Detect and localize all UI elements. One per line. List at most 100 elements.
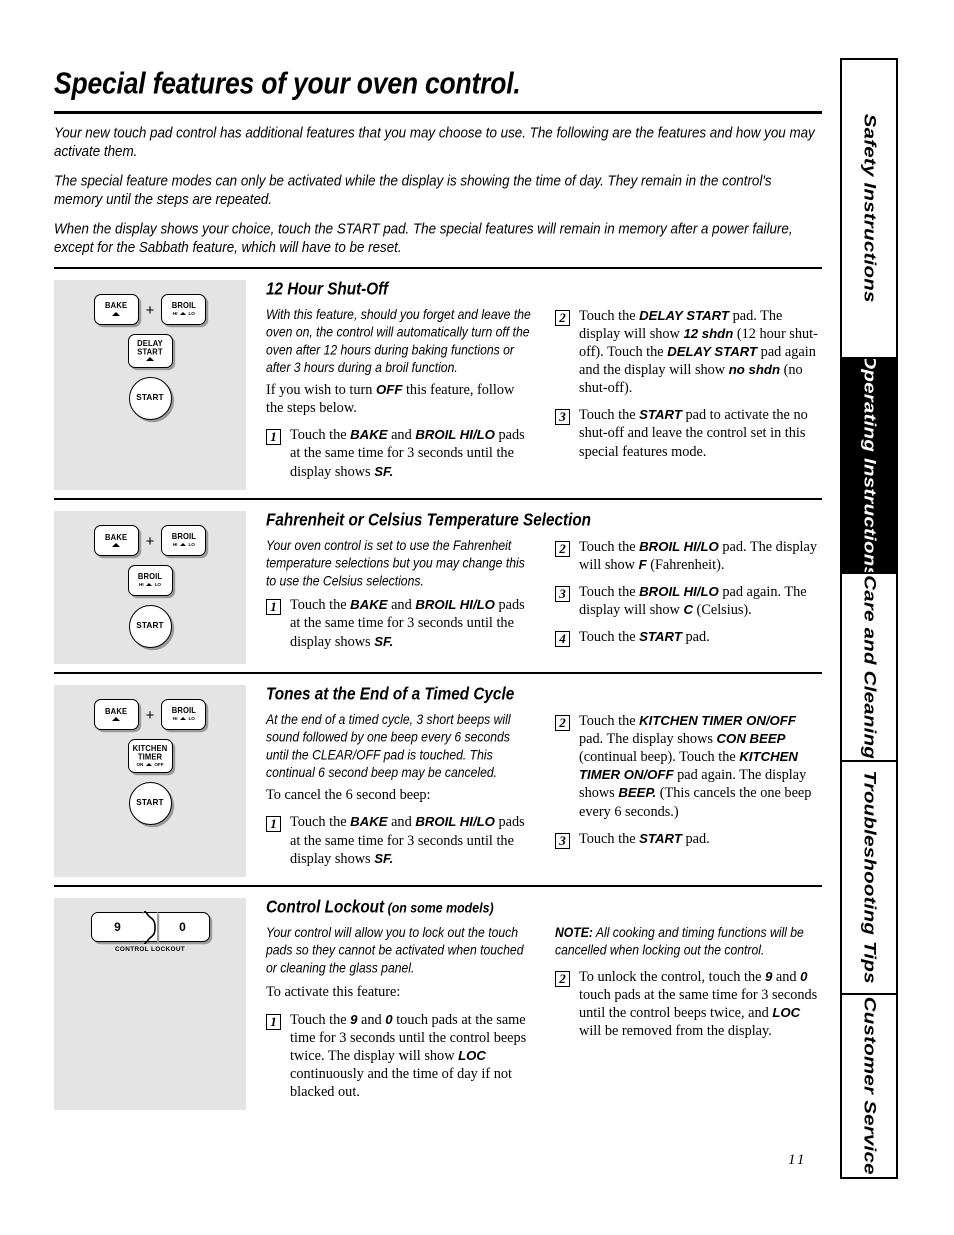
feature-section: BAKE + BROIL HI LO BROIL HI LO START Fahrenheit o… — [54, 500, 822, 672]
bake-pad: BAKE — [93, 524, 139, 556]
step-number: 3 — [555, 409, 570, 426]
section-column-left: With this feature, should you forget and… — [266, 307, 533, 490]
intro-paragraph: When the display shows your choice, touc… — [54, 219, 793, 256]
chapter-tab-safety-instructions[interactable]: Safety Instructions — [840, 58, 898, 359]
chapter-tab-rail: Safety Instructions Operating Instruction… — [840, 58, 898, 1180]
triangle-icon — [146, 583, 153, 587]
intro-block: Your new touch pad control has additiona… — [54, 114, 822, 256]
triangle-icon — [112, 311, 121, 316]
step-number: 1 — [266, 599, 281, 616]
chapter-tab-label: Troubleshooting Tips — [860, 770, 879, 985]
section-heading: Tones at the End of a Timed Cycle — [266, 684, 515, 704]
kitchen-timer-off-label: OFF — [154, 761, 164, 767]
broil-pad-label: BROIL — [137, 571, 163, 582]
broil-pad: BROIL HI LO — [161, 524, 207, 556]
broil-lo-label: LO — [188, 716, 195, 722]
start-pad: START — [128, 604, 172, 648]
step-text: Touch the BAKE and BROIL HI/LO pads at t… — [290, 597, 525, 650]
bake-pad-label: BAKE — [105, 706, 128, 716]
section-intro-italic: Your control will allow you to lock out … — [266, 924, 524, 976]
delay-start-pad: DELAY START — [127, 333, 173, 368]
control-lockout-graphic: 9 0 CONTROL LOCKOUT — [90, 911, 210, 953]
broil-hi-label: HI — [172, 311, 178, 317]
broil-lo-label: LO — [188, 542, 195, 548]
broil-lo-label: LO — [154, 582, 161, 588]
chapter-tab-label: Care and Cleaning — [860, 575, 879, 759]
instruction-step: 1 Touch the BAKE and BROIL HI/LO pads at … — [266, 813, 533, 867]
section-heading: 12 Hour Shut-Off — [266, 279, 389, 299]
step-number: 1 — [266, 429, 281, 446]
oven-pad-panel: BAKE + BROIL HI LO DELAY START START — [54, 279, 246, 490]
plus-icon: + — [145, 707, 155, 725]
section-intro-italic: Your oven control is set to use the Fahr… — [266, 537, 525, 589]
section-column-right: NOTE: All cooking and timing functions w… — [555, 925, 822, 1111]
start-pad-label: START — [136, 392, 164, 402]
section-body: Fahrenheit or Celsius Temperature Select… — [266, 511, 822, 664]
bake-pad-arrow-row — [112, 716, 121, 721]
triangle-icon — [145, 762, 152, 766]
sections-host: BAKE + BROIL HI LO DELAY START START 12 Hour Shu… — [54, 266, 822, 1119]
instruction-step: 3 Touch the START pad to activate the no … — [555, 406, 822, 460]
broil-hi-label: HI — [172, 716, 178, 722]
broil-pad-arrow-row: HI LO — [173, 716, 195, 721]
manual-page: Safety Instructions Operating Instruction… — [0, 0, 954, 1235]
section-note: NOTE: All cooking and timing functions w… — [555, 924, 804, 958]
pad-combo-row: BAKE + BROIL HI LO — [93, 524, 207, 565]
start-pad: START — [128, 376, 172, 420]
section-body: Tones at the End of a Timed Cycle At the … — [266, 685, 822, 877]
step-number: 3 — [555, 832, 570, 849]
intro-paragraph: The special feature modes can only be ac… — [54, 171, 772, 208]
chapter-tab-care-and-cleaning[interactable]: Care and Cleaning — [840, 574, 898, 762]
section-intro-italic: At the end of a timed cycle, 3 short bee… — [266, 711, 511, 780]
instruction-step: 3 Touch the BROIL HI/LO pad again. The di… — [555, 583, 822, 619]
step-text: To unlock the control, touch the 9 and 0… — [579, 968, 818, 1039]
step-number: 2 — [555, 309, 570, 326]
chapter-tab-customer-service[interactable]: Customer Service — [840, 995, 898, 1179]
section-lead-text: To activate this feature: — [266, 984, 401, 1001]
bake-pad-label: BAKE — [105, 532, 128, 542]
broil-pad-label: BROIL — [171, 531, 197, 542]
section-columns: Your oven control is set to use the Fahr… — [266, 538, 822, 660]
instruction-step: 4 Touch the START pad. — [555, 628, 822, 648]
kitchen-timer-pad: KITCHEN TIMER ON OFF — [127, 738, 173, 773]
pad-combo-row: BAKE + BROIL HI LO — [93, 698, 207, 739]
section-column-left: Your control will allow you to lock out … — [266, 925, 533, 1111]
broil-hi-label: HI — [139, 582, 144, 588]
section-column-left: At the end of a timed cycle, 3 short bee… — [266, 712, 533, 877]
pad-combo-row: BAKE + BROIL HI LO — [93, 293, 207, 334]
delay-start-arrow-row — [146, 357, 154, 362]
chapter-tab-operating-instructions[interactable]: Operating Instructions — [840, 359, 898, 574]
page-title: Special features of your oven control. — [54, 66, 521, 101]
broil-lo-label: LO — [188, 311, 195, 317]
section-lead-text: If you wish to turn OFF this feature, fo… — [266, 381, 515, 417]
chapter-tab-label: Customer Service — [860, 997, 879, 1175]
triangle-icon — [179, 312, 186, 316]
step-text: Touch the KITCHEN TIMER ON/OFF pad. The … — [579, 712, 812, 820]
instruction-step: 2 Touch the KITCHEN TIMER ON/OFF pad. The… — [555, 712, 822, 821]
triangle-icon — [112, 542, 121, 547]
instruction-step: 1 Touch the BAKE and BROIL HI/LO pads at … — [266, 426, 533, 480]
broil-pad: BROIL HI LO — [161, 698, 207, 730]
broil-pad-label: BROIL — [171, 300, 197, 310]
step-number: 1 — [266, 816, 281, 833]
lockout-pad-row: 90 — [90, 911, 210, 945]
step-number: 2 — [555, 540, 570, 557]
plus-icon: + — [145, 533, 155, 551]
broil-pad-arrow-row: HI LO — [173, 542, 195, 547]
kitchen-timer-on-label: ON — [136, 761, 144, 767]
step-number: 1 — [266, 1013, 281, 1030]
step-text: Touch the DELAY START pad. The display w… — [579, 307, 818, 397]
chapter-tab-troubleshooting-tips[interactable]: Troubleshooting Tips — [840, 762, 898, 995]
section-column-right: 2 Touch the KITCHEN TIMER ON/OFF pad. The… — [555, 712, 822, 877]
feature-section: BAKE + BROIL HI LO KITCHEN TIMER ON OFF START Tone… — [54, 674, 822, 885]
section-lead-text: To cancel the 6 second beep: — [266, 787, 431, 804]
step-text: Touch the 9 and 0 touch pads at the same… — [290, 1011, 527, 1101]
feature-section: 9 0 CONTROL LOCKOUT Control Lockout (on som… — [54, 887, 822, 1119]
zero-touch-pad: 0 — [156, 911, 210, 942]
broil-pad-arrow-row: HI LO — [139, 582, 161, 587]
bake-pad-arrow-row — [112, 311, 121, 316]
triangle-icon — [112, 716, 121, 721]
section-heading: Control Lockout (on some models) — [266, 897, 494, 917]
plus-icon: + — [145, 302, 155, 320]
intro-paragraph: Your new touch pad control has additiona… — [54, 124, 815, 160]
